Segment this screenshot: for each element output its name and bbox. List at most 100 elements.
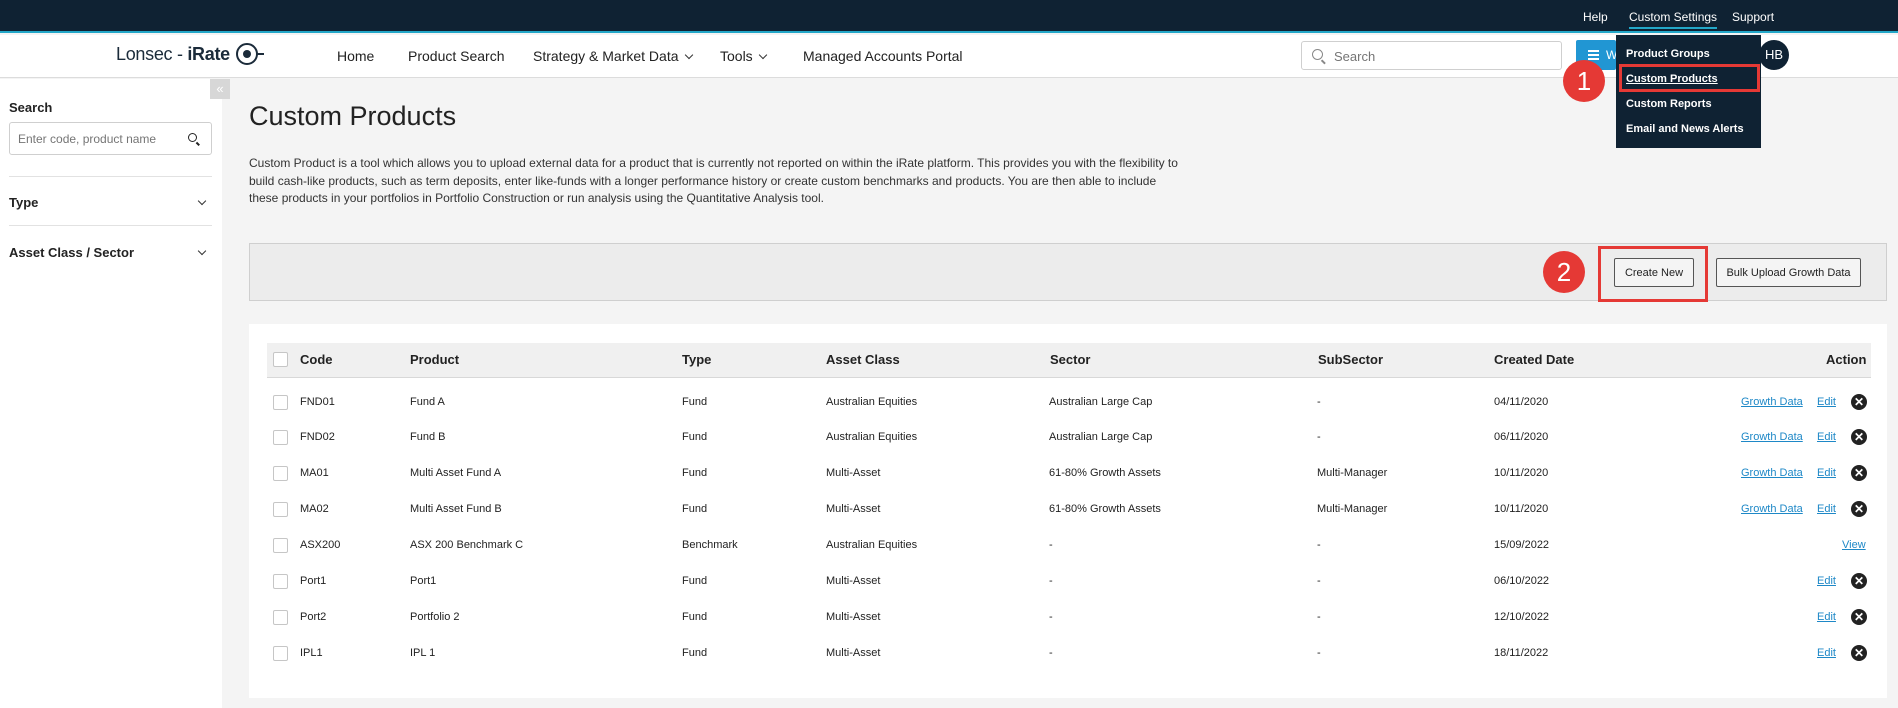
edit-link[interactable]: Edit: [1817, 575, 1836, 587]
menu-item-custom-reports[interactable]: Custom Reports: [1626, 98, 1712, 110]
col-header-sector[interactable]: Sector: [1050, 352, 1090, 367]
cell-sector: -: [1049, 575, 1053, 587]
menu-item-product-groups[interactable]: Product Groups: [1626, 48, 1710, 60]
cell-code: ASX200: [300, 539, 341, 551]
cell-type: Fund: [682, 503, 708, 515]
cell-subsector: -: [1317, 611, 1321, 623]
nav-managed-accounts-portal[interactable]: Managed Accounts Portal: [803, 48, 963, 64]
growth-data-link[interactable]: Growth Data: [1741, 431, 1803, 443]
cell-subsector: -: [1317, 539, 1321, 551]
global-search[interactable]: [1301, 41, 1562, 70]
cell-subsector: -: [1317, 396, 1321, 408]
row-checkbox[interactable]: [273, 430, 288, 445]
cell-created: 12/10/2022: [1494, 611, 1550, 623]
cell-created: 06/10/2022: [1494, 575, 1550, 587]
view-link[interactable]: View: [1842, 539, 1866, 551]
col-header-product[interactable]: Product: [410, 352, 459, 367]
row-checkbox[interactable]: [273, 466, 288, 481]
row-checkbox[interactable]: [273, 538, 288, 553]
global-search-input[interactable]: [1334, 46, 1554, 66]
nav-strategy-market-data[interactable]: Strategy & Market Data: [533, 48, 693, 64]
cell-asset-class: Multi-Asset: [826, 611, 881, 623]
cell-subsector: -: [1317, 431, 1321, 443]
chevron-down-icon: [684, 50, 693, 60]
cell-product: Multi Asset Fund A: [410, 467, 502, 479]
delete-icon[interactable]: ✕: [1851, 609, 1867, 625]
cell-sector: Australian Large Cap: [1049, 431, 1153, 443]
nav-tools[interactable]: Tools: [720, 48, 767, 64]
col-header-asset-class[interactable]: Asset Class: [826, 352, 900, 367]
cell-asset-class: Australian Equities: [826, 396, 918, 408]
sidebar-search-input[interactable]: [18, 130, 183, 148]
support-link[interactable]: Support: [1732, 10, 1774, 24]
delete-icon[interactable]: ✕: [1851, 429, 1867, 445]
cell-asset-class: Multi-Asset: [826, 647, 881, 659]
logo-text-lonsec: Lonsec: [116, 43, 173, 64]
row-checkbox[interactable]: [273, 502, 288, 517]
menu-item-email-news-alerts[interactable]: Email and News Alerts: [1626, 123, 1744, 135]
cell-asset-class: Multi-Asset: [826, 503, 881, 515]
select-all-checkbox[interactable]: [273, 352, 288, 367]
growth-data-link[interactable]: Growth Data: [1741, 467, 1803, 479]
divider: [9, 176, 212, 177]
search-icon: [188, 133, 197, 142]
cell-created: 06/11/2020: [1494, 431, 1549, 443]
cell-product: IPL 1: [410, 647, 436, 659]
row-checkbox[interactable]: [273, 646, 288, 661]
row-checkbox[interactable]: [273, 574, 288, 589]
step-badge-1: 1: [1563, 60, 1605, 102]
filter-type[interactable]: Type: [9, 195, 38, 210]
growth-data-link[interactable]: Growth Data: [1741, 503, 1803, 515]
divider: [9, 225, 212, 226]
collapse-sidebar-icon[interactable]: «: [210, 79, 230, 99]
edit-link[interactable]: Edit: [1817, 647, 1836, 659]
cell-type: Fund: [682, 396, 708, 408]
delete-icon[interactable]: ✕: [1851, 465, 1867, 481]
delete-icon[interactable]: ✕: [1851, 394, 1867, 410]
edit-link[interactable]: Edit: [1817, 431, 1836, 443]
cell-asset-class: Multi-Asset: [826, 575, 881, 587]
sidebar-search-label: Search: [9, 100, 53, 115]
delete-icon[interactable]: ✕: [1851, 573, 1867, 589]
col-header-code[interactable]: Code: [300, 352, 333, 367]
irate-logo-icon: [235, 43, 264, 65]
cell-code: FND01: [300, 396, 335, 408]
highlight-box-custom-products: [1619, 64, 1760, 92]
help-link[interactable]: Help: [1583, 10, 1608, 24]
cell-sector: Australian Large Cap: [1049, 396, 1153, 408]
top-bar: Help Custom Settings Support: [0, 0, 1898, 33]
col-header-created-date[interactable]: Created Date: [1494, 352, 1574, 367]
col-header-subsector[interactable]: SubSector: [1318, 352, 1383, 367]
nav-home[interactable]: Home: [337, 48, 374, 64]
cell-asset-class: Australian Equities: [826, 431, 918, 443]
highlight-box-create-new: [1598, 246, 1708, 302]
sidebar-search[interactable]: [9, 122, 212, 155]
delete-icon[interactable]: ✕: [1851, 501, 1867, 517]
filter-asset-class-sector[interactable]: Asset Class / Sector: [9, 245, 134, 260]
cell-created: 15/09/2022: [1494, 539, 1550, 551]
row-checkbox[interactable]: [273, 395, 288, 410]
row-checkbox[interactable]: [273, 610, 288, 625]
cell-subsector: Multi-Manager: [1317, 467, 1388, 479]
edit-link[interactable]: Edit: [1817, 611, 1836, 623]
cell-type: Fund: [682, 467, 708, 479]
growth-data-link[interactable]: Growth Data: [1741, 396, 1803, 408]
search-icon: [1312, 49, 1323, 60]
edit-link[interactable]: Edit: [1817, 503, 1836, 515]
custom-settings-link[interactable]: Custom Settings: [1629, 10, 1718, 29]
delete-icon[interactable]: ✕: [1851, 645, 1867, 661]
cell-type: Fund: [682, 611, 708, 623]
edit-link[interactable]: Edit: [1817, 396, 1836, 408]
cell-subsector: -: [1317, 647, 1321, 659]
cell-code: MA02: [300, 503, 329, 515]
lonsec-irate-logo[interactable]: Lonsec - iRate: [116, 43, 264, 65]
cell-created: 18/11/2022: [1494, 647, 1549, 659]
cell-sector: -: [1049, 647, 1053, 659]
cell-code: FND02: [300, 431, 335, 443]
cell-code: Port2: [300, 611, 327, 623]
edit-link[interactable]: Edit: [1817, 467, 1836, 479]
nav-product-search[interactable]: Product Search: [408, 48, 505, 64]
user-avatar[interactable]: HB: [1759, 40, 1789, 70]
bulk-upload-growth-data-button[interactable]: Bulk Upload Growth Data: [1716, 258, 1861, 287]
col-header-type[interactable]: Type: [682, 352, 711, 367]
